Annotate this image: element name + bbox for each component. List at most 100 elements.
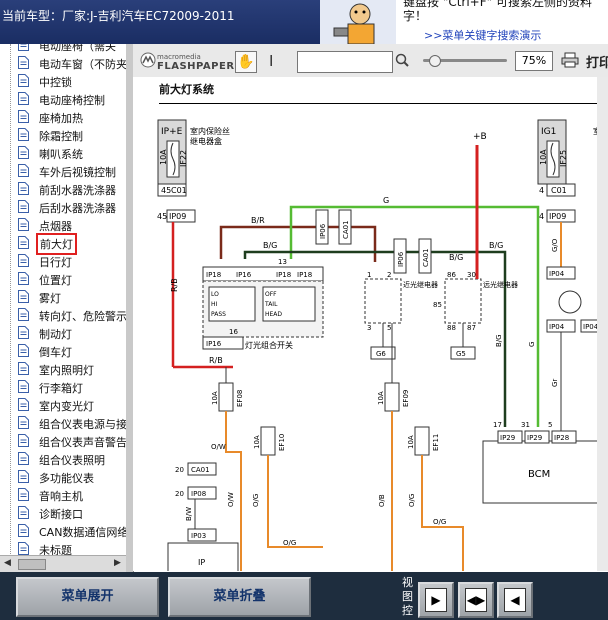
tree-item[interactable]: 位置灯 [0, 270, 126, 288]
document-vertical-scrollbar[interactable] [597, 77, 608, 571]
tree-item[interactable]: 转向灯、危险警示灯 [0, 306, 126, 324]
tree-item[interactable]: 电动座椅（需关 [0, 44, 126, 54]
label-ef11: EF11 [432, 434, 440, 451]
label-bplus: +B [473, 132, 487, 142]
tree-item[interactable]: 组合仪表照明 [0, 450, 126, 468]
tree-item[interactable]: 点烟器 [0, 216, 126, 234]
label-ip29-a: IP29 [500, 434, 515, 442]
tree-item[interactable]: 多功能仪表 [0, 468, 126, 486]
tree-item[interactable]: 电动座椅控制 [0, 90, 126, 108]
tree-item[interactable]: 倒车灯 [0, 342, 126, 360]
label-ip16-b: IP16 [206, 340, 222, 348]
label-fuse-box-1: 室内保险丝 [190, 126, 230, 136]
view-split-button[interactable]: ◀▶ [458, 582, 494, 618]
search-input[interactable] [297, 51, 393, 73]
tree-item[interactable]: 组合仪表声音警告 [0, 432, 126, 450]
tree-item-label: 行李箱灯 [39, 382, 83, 395]
tree-item-label: 室内照明灯 [39, 364, 94, 377]
tree-item[interactable]: 中控锁 [0, 72, 126, 90]
printer-icon[interactable] [561, 52, 579, 68]
tree-item[interactable]: 室内变光灯 [0, 396, 126, 414]
label-bw: B/W [185, 507, 193, 521]
print-button[interactable]: 打印 [586, 52, 608, 71]
document-icon [18, 362, 29, 375]
zoom-level[interactable]: 75% [515, 51, 553, 71]
label-br: B/R [251, 216, 265, 225]
scroll-thumb[interactable] [18, 559, 46, 570]
label-ip08: IP08 [191, 490, 206, 498]
label-ip03: IP03 [191, 532, 206, 540]
tree-item-label: 诊断接口 [39, 508, 83, 521]
tree-item[interactable]: 座椅加热 [0, 108, 126, 126]
view-control-label: 视图控 [402, 576, 413, 617]
wire-og-1 [267, 455, 323, 548]
tree-item[interactable]: 日行灯 [0, 252, 126, 270]
tree-item-label: 车外后视镜控制 [39, 166, 116, 179]
tree-item[interactable]: 组合仪表电源与接地 [0, 414, 126, 432]
view-expand-left-button[interactable]: ◀ [497, 582, 533, 618]
document-icon [18, 542, 29, 555]
zoom-slider-knob[interactable] [429, 55, 441, 67]
expand-menu-button[interactable]: 菜单展开 [16, 577, 159, 617]
document-icon [18, 380, 29, 393]
label-g5: G5 [456, 350, 466, 358]
brand-top: macromedia [157, 53, 201, 61]
tree-item[interactable]: 除霜控制 [0, 126, 126, 144]
tree-item[interactable]: 喇叭系统 [0, 144, 126, 162]
tree-item[interactable]: 电动车窗（不防夹） [0, 54, 126, 72]
label-ef09: EF09 [402, 390, 410, 407]
label-go: G/O [551, 238, 559, 252]
label-ca01-a: CA01 [342, 220, 350, 239]
document-icon [18, 218, 29, 231]
search-demo-link[interactable]: >>菜单关键字搜索演示 [424, 27, 541, 43]
tree-item[interactable]: 音响主机 [0, 486, 126, 504]
fuse-ef10 [260, 426, 276, 456]
label-ipe: IP+E [161, 127, 183, 137]
label-pin20-b: 20 [175, 490, 184, 498]
tree-item[interactable]: 雾灯 [0, 288, 126, 306]
label-switch-name: 灯光组合开关 [245, 340, 293, 350]
label-sw-head: HEAD [265, 311, 282, 318]
tree-item[interactable]: 前大灯 [0, 233, 126, 255]
label-pin16: 16 [229, 328, 238, 336]
document-icon [18, 44, 29, 51]
scroll-left-icon[interactable]: ◀ [4, 558, 11, 568]
tree-item-label: 制动灯 [39, 328, 72, 341]
low-beam-relay [364, 278, 402, 324]
scroll-right-icon[interactable]: ▶ [114, 558, 121, 568]
document-viewer[interactable]: 前大灯系统 IP+E 10A IF22 室内保险丝 继电器盒 45 C01 45… [133, 77, 608, 571]
tree-horizontal-scrollbar[interactable]: ◀ ▶ [0, 555, 126, 572]
collapse-menu-button[interactable]: 菜单折叠 [168, 577, 311, 617]
label-f25: IF25 [559, 150, 568, 167]
help-banner: 键盘按 "Ctrl+F" 可搜索左侧的资料 字！ >>菜单关键字搜索演示 [320, 0, 608, 44]
tree-item-label: 除霜控制 [39, 130, 83, 143]
tree-item[interactable]: 制动灯 [0, 324, 126, 342]
label-ef10: EF10 [278, 434, 286, 451]
label-relay1: 近光继电器 [403, 280, 438, 289]
tree-item[interactable]: 诊断接口 [0, 504, 126, 522]
hand-tool-icon[interactable]: ✋ [235, 51, 257, 73]
view-expand-right-button[interactable]: ▶ [418, 582, 454, 618]
label-c01-b: C01 [551, 186, 567, 195]
label-ip06-b: IP06 [397, 251, 405, 267]
tree-item-label: 倒车灯 [39, 346, 72, 359]
tip-line-2: 字！ [403, 9, 428, 23]
label-ca01-b: CA01 [422, 248, 430, 267]
title-bar: 当前车型：厂家:J-吉利汽车EC72009-2011 [0, 0, 320, 44]
tree-item[interactable]: 室内照明灯 [0, 360, 126, 378]
label-og-4: O/G [408, 494, 416, 507]
text-select-icon[interactable]: I [269, 52, 273, 70]
window-title: 当前车型：厂家:J-吉利汽车EC72009-2011 [2, 9, 235, 23]
tree-item[interactable]: 前刮水器洗涤器 [0, 180, 126, 198]
tree-item[interactable]: 行李箱灯 [0, 378, 126, 396]
search-icon[interactable] [395, 53, 409, 67]
document-icon [18, 452, 29, 465]
tree-item-label: 喇叭系统 [39, 148, 83, 161]
tree-item-label: 多功能仪表 [39, 472, 94, 485]
document-icon [18, 182, 29, 195]
tree-item[interactable]: 车外后视镜控制 [0, 162, 126, 180]
document-icon [18, 200, 29, 213]
tree-item[interactable]: 后刮水器洗涤器 [0, 198, 126, 216]
tree-item[interactable]: CAN数据通信网络 [0, 522, 126, 540]
label-relay1-pin5: 5 [387, 324, 391, 332]
